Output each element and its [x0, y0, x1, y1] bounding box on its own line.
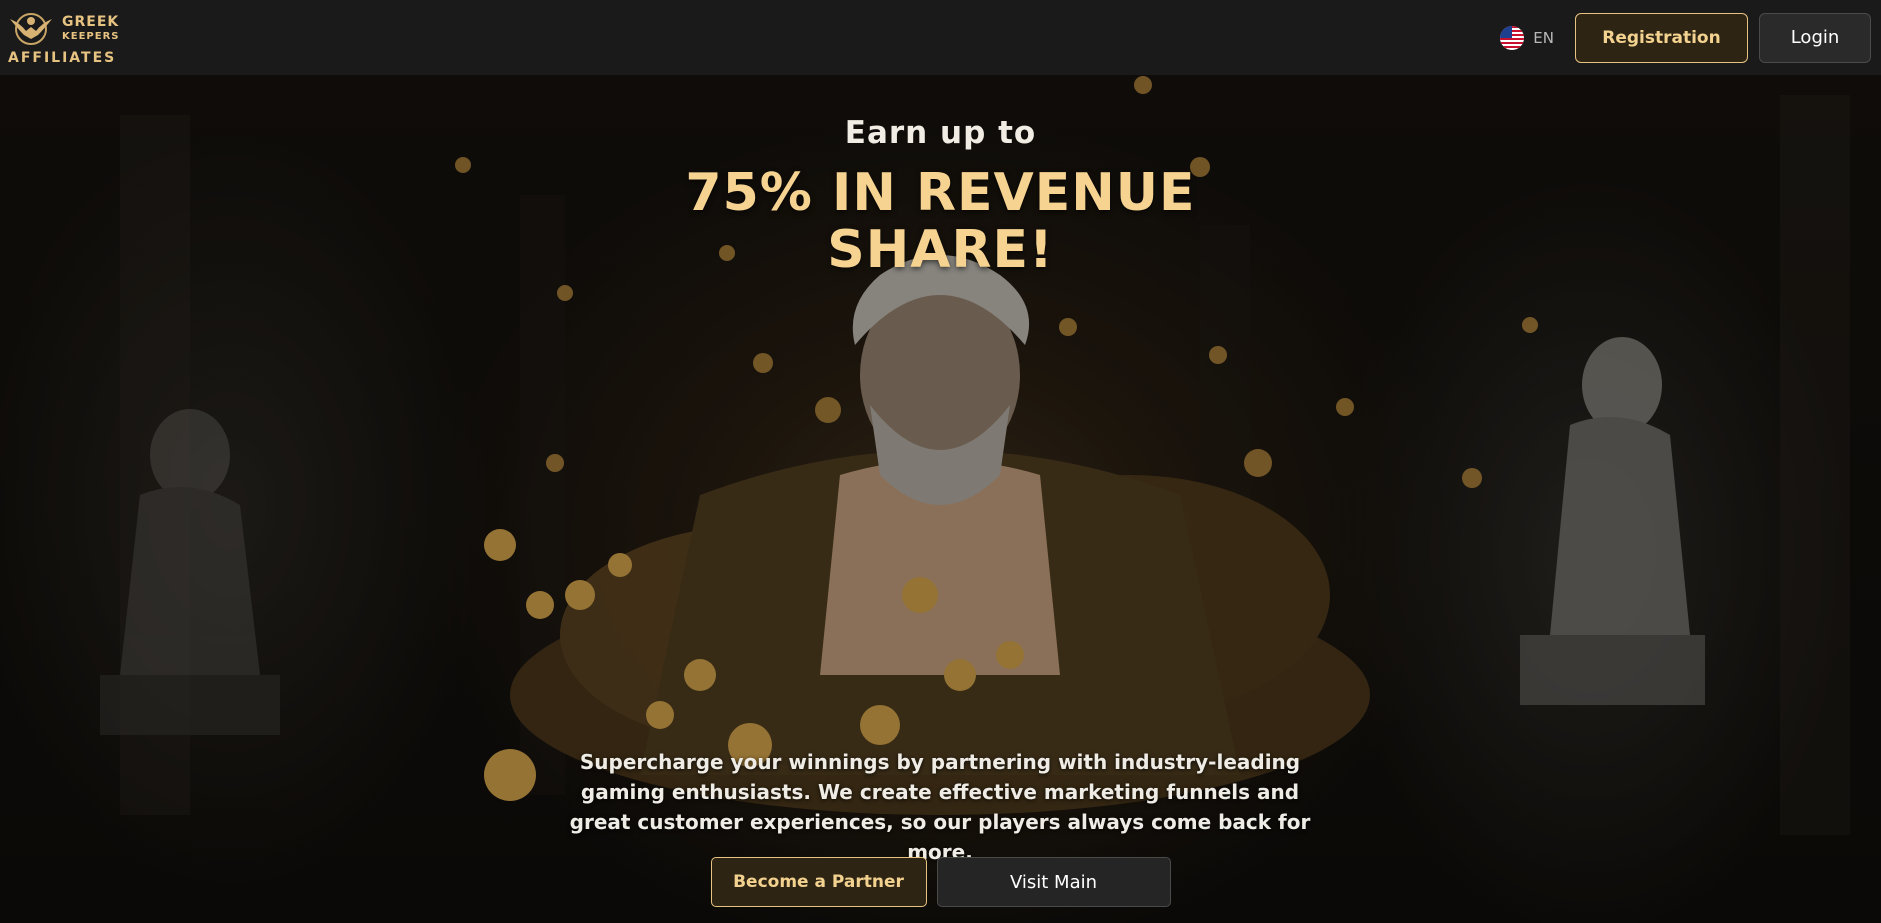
language-label: EN: [1533, 28, 1554, 47]
hero-cta-group: Become a Partner Visit Main: [0, 857, 1881, 907]
login-button[interactable]: Login: [1759, 12, 1871, 63]
top-navigation-bar: GREEK KEEPERS AFFILIATES EN Registration…: [0, 0, 1881, 75]
logo-keepers-text: KEEPERS: [62, 30, 120, 42]
hero-eyebrow: Earn up to: [844, 115, 1037, 151]
logo-wordmark: GREEK KEEPERS: [62, 15, 119, 42]
logo-greek-text: GREEK: [62, 13, 120, 30]
become-partner-button[interactable]: Become a Partner: [710, 857, 927, 907]
brand-logo[interactable]: GREEK KEEPERS AFFILIATES: [8, 9, 123, 66]
hero-headline: Earn up to 75% IN REVENUE SHARE!: [0, 115, 1881, 279]
registration-button[interactable]: Registration: [1575, 12, 1748, 63]
logo-affiliates-text: AFFILIATES: [8, 50, 117, 66]
visit-main-button[interactable]: Visit Main: [936, 857, 1171, 907]
nav-actions: EN Registration Login: [1500, 12, 1871, 63]
hero-title: 75% IN REVENUE SHARE!: [685, 163, 1196, 280]
hero-section: Earn up to 75% IN REVENUE SHARE! Superch…: [0, 75, 1881, 923]
hero-description: Supercharge your winnings by partnering …: [569, 750, 1311, 864]
us-flag-icon: [1500, 25, 1525, 50]
language-selector[interactable]: EN: [1500, 25, 1554, 50]
eagle-logo-icon: [10, 13, 52, 45]
logo-mark-row: GREEK KEEPERS: [8, 9, 123, 47]
